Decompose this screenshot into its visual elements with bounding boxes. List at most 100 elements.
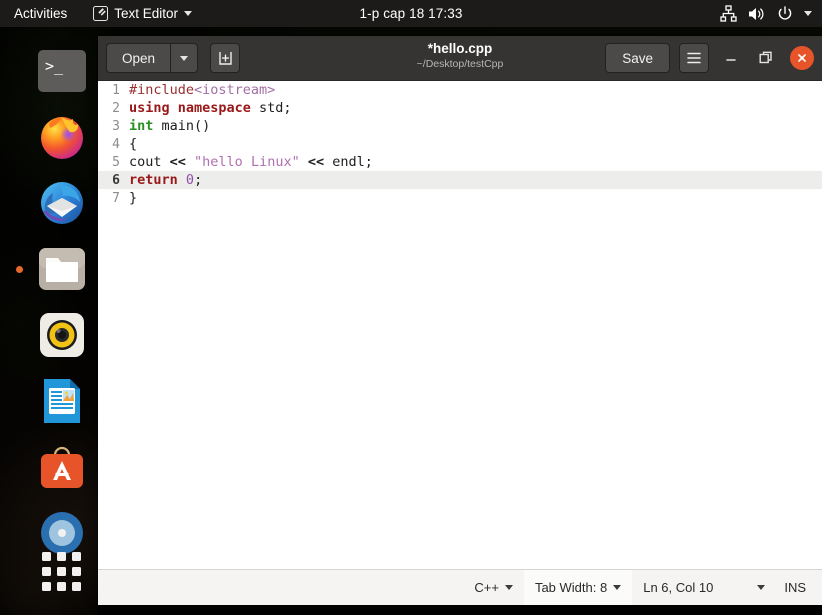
cursor-position-selector[interactable]: Ln 6, Col 10 [632, 570, 776, 606]
running-indicator-dot [16, 266, 23, 273]
window-header-bar: Open *hello.cpp ~/Desktop/testCpp Save [98, 36, 822, 81]
dock-item-thunderbird[interactable] [37, 178, 87, 228]
restore-icon [759, 51, 772, 64]
code-line: 7} [98, 189, 822, 207]
line-number: 2 [112, 101, 120, 116]
dock-item-files[interactable] [16, 244, 87, 294]
grid-dot [56, 566, 66, 576]
code-token: main() [153, 118, 211, 134]
line-number: 7 [112, 191, 120, 206]
code-line: 1 #include<iostream> [98, 81, 822, 99]
code-lines: 1 #include<iostream> 2 using namespace std;… [98, 81, 822, 207]
code-token: 0 [185, 172, 195, 188]
restore-button[interactable] [753, 45, 779, 71]
hamburger-menu-icon [687, 52, 701, 64]
code-token: return [129, 172, 178, 188]
power-icon [778, 5, 792, 20]
app-menu-label: Text Editor [114, 6, 179, 21]
close-button[interactable] [790, 46, 814, 70]
chevron-down-icon [757, 585, 766, 590]
open-dropdown-button[interactable] [170, 43, 199, 73]
system-status-area[interactable] [720, 0, 812, 27]
header-bar-right-controls: Save [605, 43, 814, 73]
svg-text:>_: >_ [45, 57, 64, 75]
dock-item-terminal[interactable]: >_ [37, 46, 87, 96]
grid-dot [56, 551, 66, 561]
line-number: 1 [112, 83, 120, 98]
main-menu-button[interactable] [679, 43, 709, 73]
files-icon [39, 248, 85, 290]
grid-dot [56, 581, 66, 591]
language-selector[interactable]: C++ [463, 570, 524, 606]
terminal-icon: >_ [38, 50, 86, 92]
dock-item-rhythmbox[interactable] [37, 310, 87, 360]
code-line: 6 return 0; [98, 171, 822, 189]
line-number: 6 [112, 173, 120, 188]
volume-icon [749, 7, 764, 20]
minimize-button[interactable] [718, 45, 744, 71]
grid-dot [41, 551, 51, 561]
language-label: C++ [474, 580, 499, 595]
tab-width-label: Tab Width: 8 [534, 580, 608, 595]
code-token: #include [129, 82, 195, 98]
thunderbird-icon [41, 182, 83, 224]
chevron-down-icon [184, 11, 193, 16]
grid-dot [41, 581, 51, 591]
code-editor-area[interactable]: 1 #include<iostream> 2 using namespace std;… [98, 81, 822, 585]
text-editor-window: Open *hello.cpp ~/Desktop/testCpp Save 1… [98, 36, 822, 615]
grid-dot [41, 566, 51, 576]
code-token: cout [129, 154, 170, 170]
code-line: 5 cout << "hello Linux" << endl; [98, 153, 822, 171]
code-line: 3 int main() [98, 117, 822, 135]
code-line: 4{ [98, 135, 822, 153]
code-token: endl; [324, 154, 373, 170]
screen: Activities Text Editor 1-p cap 18 17:33 [0, 0, 822, 615]
chevron-down-icon [504, 585, 513, 590]
line-number: 4 [112, 137, 120, 152]
new-document-icon [218, 52, 232, 65]
tab-width-selector[interactable]: Tab Width: 8 [523, 569, 633, 606]
activities-button[interactable]: Activities [0, 0, 79, 27]
show-applications-button[interactable] [36, 548, 86, 594]
close-icon [798, 54, 806, 62]
grid-dot [71, 566, 81, 576]
network-wired-icon [720, 5, 737, 22]
minimize-icon [726, 59, 736, 61]
line-number: 3 [112, 119, 120, 134]
libreoffice-writer-icon [44, 379, 80, 423]
chevron-down-icon[interactable] [804, 11, 812, 16]
new-document-button[interactable] [210, 43, 241, 73]
code-token: ; [194, 172, 203, 188]
save-button[interactable]: Save [605, 43, 670, 73]
code-token: { [129, 136, 138, 152]
app-menu-text-editor[interactable]: Text Editor [93, 6, 193, 21]
clock-label[interactable]: 1-p cap 18 17:33 [360, 6, 463, 21]
ubuntu-dock: >_ [16, 36, 98, 615]
open-button[interactable]: Open [106, 43, 171, 73]
code-line: 2 using namespace std; [98, 99, 822, 117]
grid-dot [71, 581, 81, 591]
insert-mode-label: INS [784, 580, 806, 595]
code-token: "hello Linux" [194, 154, 300, 170]
code-token: using namespace [129, 100, 251, 116]
dock-item-firefox[interactable] [37, 112, 87, 162]
chevron-down-icon [180, 55, 189, 61]
text-editor-icon [93, 6, 109, 21]
status-bar: C++ Tab Width: 8 Ln 6, Col 10 INS [98, 569, 822, 606]
code-token: int [129, 118, 154, 134]
dock-item-ubuntu-software[interactable] [37, 442, 87, 492]
code-token: <iostream> [194, 82, 276, 98]
gnome-top-bar: Activities Text Editor 1-p cap 18 17:33 [0, 0, 822, 27]
code-token: << [307, 154, 325, 170]
chevron-down-icon [613, 585, 622, 590]
dock-item-libreoffice-writer[interactable] [37, 376, 87, 426]
code-token: std; [250, 100, 292, 116]
code-token: << [169, 154, 186, 170]
grid-dot [71, 551, 81, 561]
code-token: } [129, 190, 138, 206]
window-bottom-edge [98, 605, 822, 615]
cursor-position-label: Ln 6, Col 10 [643, 580, 714, 595]
